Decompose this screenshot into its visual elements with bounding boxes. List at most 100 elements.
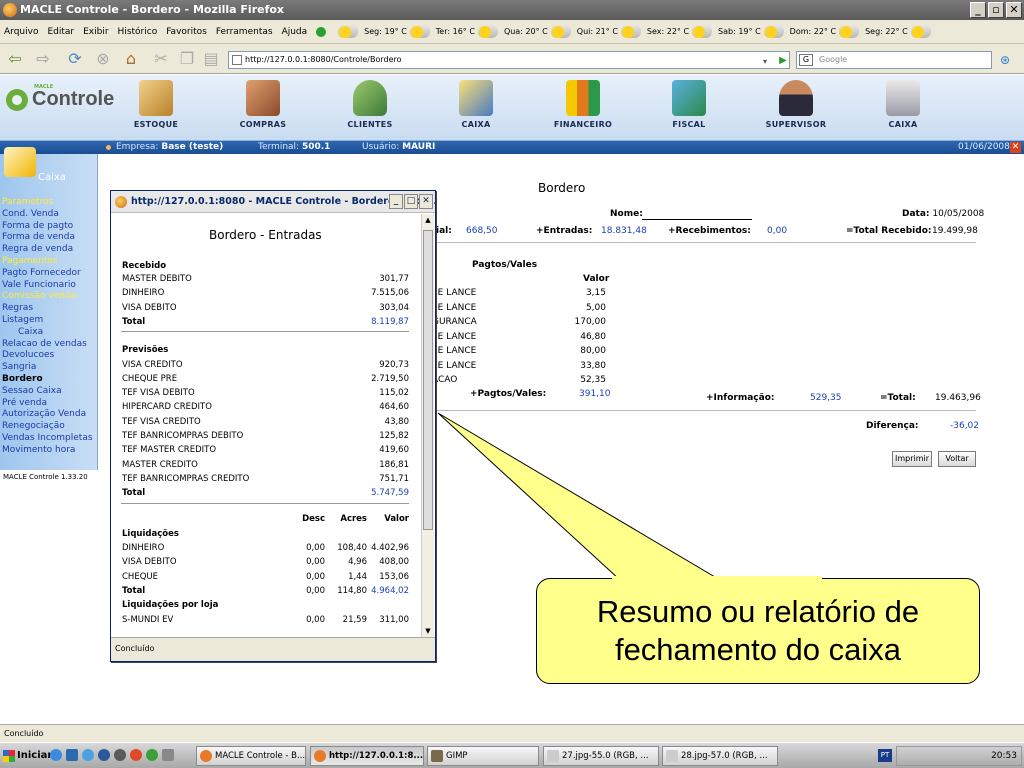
sidebar-item[interactable]: Pagamentos [2, 256, 58, 267]
weather-item[interactable]: Qui: 21° C [577, 25, 641, 38]
menu-favoritos[interactable]: Favoritos [166, 27, 207, 37]
voltar-button[interactable]: Voltar [938, 451, 976, 467]
scroll-down-icon[interactable]: ▼ [423, 625, 433, 637]
back-icon[interactable]: ⇦ [4, 49, 26, 69]
app-icon[interactable] [162, 749, 174, 761]
sidebar-item[interactable]: Cond. Venda [2, 209, 59, 220]
module-fiscal[interactable]: Fiscal [644, 80, 734, 129]
sidebar-item[interactable]: Comissão venda [2, 291, 76, 302]
close-session-icon[interactable]: ✕ [1010, 142, 1021, 153]
address-bar[interactable]: http://127.0.0.1:8080/Controle/Bordero [228, 51, 790, 69]
home-icon[interactable]: ⌂ [120, 49, 142, 69]
forward-icon[interactable]: ⇨ [32, 49, 54, 69]
addon-icon[interactable]: ⊛ [994, 50, 1016, 70]
task-popup[interactable]: http://127.0.0.1:8... [310, 746, 424, 766]
sidebar-item[interactable]: Autorização Venda [2, 409, 86, 420]
sidebar-item[interactable]: Relacao de vendas [2, 339, 87, 350]
menu-arquivo[interactable]: Arquivo [4, 27, 38, 37]
cut-icon[interactable]: ✂ [150, 49, 172, 69]
go-icon[interactable]: ▶ [772, 51, 794, 71]
close-button[interactable]: ✕ [1006, 2, 1022, 18]
popup-maximize-button[interactable]: □ [404, 194, 418, 209]
weather-item[interactable]: Sex: 22° C [647, 25, 713, 38]
pagto-valor: 80,00 [580, 346, 606, 356]
sidebar-item[interactable]: Movimento hora [2, 445, 75, 456]
module-financeiro[interactable]: Financeiro [538, 80, 628, 129]
task-image-28[interactable]: 28.jpg-57.0 (RGB, ... [662, 746, 778, 766]
sidebar-item[interactable]: Vendas Incompletas [2, 433, 93, 444]
explorer-icon[interactable] [66, 749, 78, 761]
sidebar-item[interactable]: Listagem [2, 315, 43, 326]
ie-icon[interactable] [50, 749, 62, 761]
language-indicator[interactable]: PT [878, 749, 892, 762]
weather-item[interactable]: Qua: 20° C [504, 25, 571, 38]
menu-exibir[interactable]: Exibir [83, 27, 108, 37]
task-gimp[interactable]: GIMP [427, 746, 539, 766]
minimize-button[interactable]: _ [970, 2, 986, 18]
app-icon[interactable] [130, 749, 142, 761]
weather-item[interactable]: Sab: 19° C [718, 25, 784, 38]
pagto-valor: 52,35 [580, 375, 606, 385]
browser-status-bar: Concluído [0, 724, 1024, 742]
start-button[interactable]: Iniciar [1, 745, 52, 767]
stop-icon[interactable]: ⊗ [92, 49, 114, 69]
sidebar-item[interactable]: Forma de venda [2, 232, 75, 243]
pagto-desc: EE LANCE [432, 360, 477, 371]
module-caixa-2[interactable]: Caixa [858, 80, 948, 129]
weather-item[interactable] [335, 25, 359, 38]
menu-ferramentas[interactable]: Ferramentas [216, 27, 273, 37]
search-icon[interactable] [82, 749, 94, 761]
image-icon [666, 750, 678, 762]
store-icon [246, 80, 280, 116]
paste-icon[interactable]: ▤ [200, 49, 222, 69]
weather-item[interactable]: Seg: 22° C [865, 25, 931, 38]
weather-item[interactable]: Seg: 19° C [364, 25, 430, 38]
media-icon[interactable] [98, 749, 110, 761]
app-icon[interactable] [146, 749, 158, 761]
popup-minimize-button[interactable]: _ [389, 194, 403, 209]
sidebar-item[interactable]: Regra de venda [2, 244, 73, 255]
scroll-up-icon[interactable]: ▲ [423, 214, 433, 226]
menu-historico[interactable]: Histórico [118, 27, 158, 37]
search-input[interactable]: G Google [796, 51, 992, 69]
network-icon[interactable] [114, 749, 126, 761]
sidebar-item[interactable]: Regras [2, 303, 33, 314]
sidebar-item[interactable]: Devolucoes [2, 350, 54, 361]
module-estoque[interactable]: Estoque [111, 80, 201, 129]
module-clientes[interactable]: Clientes [325, 80, 415, 129]
printer-icon [886, 80, 920, 116]
page-favicon [232, 55, 242, 65]
sidebar-item[interactable]: Renegociação [2, 421, 65, 432]
app-logo: Controle [6, 88, 114, 111]
summary-label: ial: [436, 226, 452, 236]
sidebar-item[interactable]: Caixa [2, 327, 43, 338]
sidebar-item[interactable]: Sangria [2, 362, 36, 373]
sidebar-item[interactable]: Bordero [2, 374, 43, 385]
sidebar-item[interactable]: Sessao Caixa [2, 386, 62, 397]
task-image-27[interactable]: 27.jpg-55.0 (RGB, ... [543, 746, 659, 766]
reload-icon[interactable]: ⟳ [64, 49, 86, 69]
row-valor: 4.402,96 [371, 543, 409, 553]
sidebar-item[interactable]: Pagto Fornecedor [2, 268, 81, 279]
imprimir-button[interactable]: Imprimir [892, 451, 932, 467]
task-macle[interactable]: MACLE Controle - B... [196, 746, 306, 766]
weather-item[interactable]: Dom: 22° C [790, 25, 860, 38]
sidebar-item[interactable]: Parametros [2, 197, 53, 208]
sidebar-item[interactable]: Forma de pagto [2, 221, 73, 232]
maximize-button[interactable]: ▫ [988, 2, 1004, 18]
pagtos-header: Pagtos/Vales [472, 260, 538, 270]
google-icon[interactable]: G [799, 54, 813, 66]
menu-editar[interactable]: Editar [47, 27, 74, 37]
weather-item[interactable]: Ter: 16° C [436, 25, 498, 38]
menu-ajuda[interactable]: Ajuda [282, 27, 308, 37]
popup-close-button[interactable]: ✕ [419, 194, 433, 209]
module-caixa[interactable]: Caixa [431, 80, 521, 129]
copy-icon[interactable]: ❐ [176, 49, 198, 69]
module-supervisor[interactable]: Supervisor [751, 80, 841, 129]
summary-value: 0,00 [767, 226, 788, 236]
sidebar-item[interactable]: Vale Funcionario [2, 280, 76, 291]
popup-content: Bordero - Entradas Recebido MASTER DEBITO 3… [111, 213, 423, 637]
module-compras[interactable]: Compras [218, 80, 308, 129]
pagtos-total-label: +Pagtos/Vales: [470, 389, 547, 399]
sidebar-item[interactable]: Pré venda [2, 398, 47, 409]
